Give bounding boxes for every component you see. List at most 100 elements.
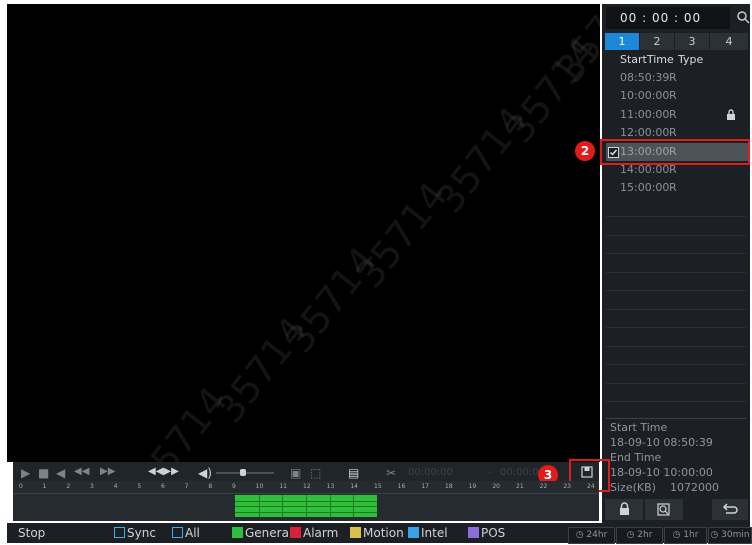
pos-label: POS	[481, 526, 506, 540]
recorded-channel-divider	[235, 506, 377, 507]
pos-filter[interactable]: POS	[468, 526, 505, 540]
timeline-tick-label: 20	[492, 483, 500, 490]
snapshot-icon[interactable]: ▣	[290, 466, 301, 480]
zoom-2hr-button[interactable]: ◷ 2hr	[616, 527, 663, 544]
sync-checkbox[interactable]: Sync	[114, 526, 156, 540]
recorded-channel-divider	[235, 511, 377, 513]
play-icon[interactable]: ▶	[21, 466, 30, 480]
tab-channel-4[interactable]: 4	[710, 33, 748, 50]
timeline-tick-label: 7	[184, 483, 189, 490]
stop-icon[interactable]: ■	[38, 466, 49, 480]
record-type: R	[669, 89, 677, 102]
timeline-tick-label: 3	[90, 483, 94, 490]
intel-filter[interactable]: Intel	[408, 526, 448, 540]
timeline-tick-label: 22	[539, 483, 548, 490]
record-time: 12:00:00	[620, 126, 670, 139]
tab-channel-2[interactable]: 2	[640, 33, 674, 50]
list-divider	[606, 327, 746, 328]
start-time-label: Start Time	[610, 421, 668, 434]
timeline-tick-label: 18	[445, 483, 453, 490]
clip-start-time[interactable]: 00:00:00	[408, 467, 453, 478]
record-type: R	[669, 181, 677, 194]
playback-state: Stop	[18, 526, 46, 540]
checkbox-icon	[408, 527, 419, 538]
lock-file-button[interactable]	[605, 499, 643, 520]
calendar-icon[interactable]: ▤	[348, 466, 359, 480]
zoom-1hr-button[interactable]: ◷ 1hr	[664, 527, 707, 544]
annotation-badge-2: 2	[575, 141, 595, 161]
record-row[interactable]: 11:00:00 R	[606, 106, 748, 124]
list-divider	[606, 290, 746, 291]
fullscreen-icon[interactable]: ⬚	[310, 466, 321, 480]
checkbox-icon	[114, 527, 125, 538]
timeline-tick-label: 9	[232, 483, 236, 490]
recorded-channel-divider	[235, 500, 377, 502]
list-divider	[606, 216, 746, 217]
timeline-tick-label: 11	[279, 483, 287, 490]
start-time-value: 18-09-10 08:50:39	[610, 436, 713, 449]
slow-play-icon[interactable]: ◀◀	[74, 466, 89, 477]
list-divider	[606, 253, 746, 254]
zoom-30min-button[interactable]: ◷ 30min	[708, 527, 752, 544]
timeline-tick-label: 17	[421, 483, 429, 490]
reverse-play-icon[interactable]: ◀	[56, 466, 65, 480]
timeline-tick-label: 0	[19, 483, 23, 490]
annotation-highlight-record	[600, 139, 750, 165]
all-checkbox[interactable]: All	[172, 526, 200, 540]
search-icon[interactable]	[736, 9, 750, 25]
timeline-tick-label: 19	[468, 483, 477, 490]
timeline-tick-label: 21	[516, 483, 524, 490]
timeline-tick-label: 4	[113, 483, 118, 490]
previous-frame-icon[interactable]: ◀◀▶▶	[148, 466, 179, 477]
volume-icon[interactable]: ◀)	[198, 466, 212, 480]
size-value: 1072000	[670, 481, 719, 494]
back-button[interactable]	[712, 499, 748, 520]
zoom-label: 1hr	[683, 530, 699, 540]
motion-label: Motion	[363, 526, 404, 540]
smart-search-button[interactable]	[645, 499, 683, 520]
sync-label: Sync	[127, 526, 156, 540]
timeline-tick-label: 13	[326, 483, 335, 490]
column-header-type: Type	[678, 53, 704, 66]
record-type: R	[669, 108, 677, 121]
zoom-24hr-button[interactable]: ◷ 24hr	[568, 527, 615, 544]
list-divider	[606, 418, 746, 419]
zoom-label: 24hr	[586, 530, 608, 540]
time-search-value[interactable]: 00 : 00 : 00	[620, 11, 701, 25]
general-filter[interactable]: General	[232, 526, 292, 540]
tab-channel-1[interactable]: 1	[605, 33, 639, 50]
list-divider	[606, 346, 746, 347]
video-playback-area[interactable]: 35714 35714 35714 35714 35714 35714 3571…	[7, 4, 600, 462]
timeline-bar[interactable]: 0 1 2 3 4 5 6 7 8 9 10 11 12 13 14 15 16 17 18 19 20 21 22 23 24	[13, 481, 599, 521]
list-divider	[606, 401, 746, 402]
timeline-tick-label: 5	[137, 483, 142, 490]
clip-icon[interactable]: ✂	[386, 466, 396, 480]
time-search-field[interactable]: 00 : 00 : 00	[606, 7, 730, 29]
timeline-tick-label: 8	[208, 483, 213, 490]
end-time-value: 18-09-10 10:00:00	[610, 466, 713, 479]
lock-icon[interactable]	[726, 109, 736, 120]
fast-play-icon[interactable]: ▶▶	[100, 466, 115, 477]
record-row[interactable]: 15:00:00 R	[606, 179, 748, 197]
tab-channel-3[interactable]: 3	[675, 33, 709, 50]
timeline-tick-label: 2	[66, 483, 71, 490]
record-type: R	[669, 126, 677, 139]
record-row[interactable]: 10:00:00 R	[606, 87, 748, 105]
list-divider	[606, 235, 746, 236]
general-label: General	[245, 526, 293, 540]
record-row[interactable]: 08:50:39 R	[606, 69, 748, 87]
motion-filter[interactable]: Motion	[350, 526, 404, 540]
alarm-filter[interactable]: Alarm	[290, 526, 338, 540]
volume-slider-handle[interactable]	[240, 469, 246, 476]
size-label: Size(KB)	[610, 481, 656, 494]
record-time: 10:00:00	[620, 89, 670, 102]
end-time-label: End Time	[610, 451, 662, 464]
zoom-label: 30min	[721, 530, 750, 540]
record-time: 11:00:00	[620, 108, 670, 121]
checkbox-icon	[350, 527, 361, 538]
record-time: 08:50:39	[620, 71, 670, 84]
timeline-divider	[13, 493, 599, 494]
recorded-segment-grid	[235, 495, 377, 517]
checkbox-icon	[172, 527, 183, 538]
timeline-tick-label: 1	[42, 483, 47, 490]
